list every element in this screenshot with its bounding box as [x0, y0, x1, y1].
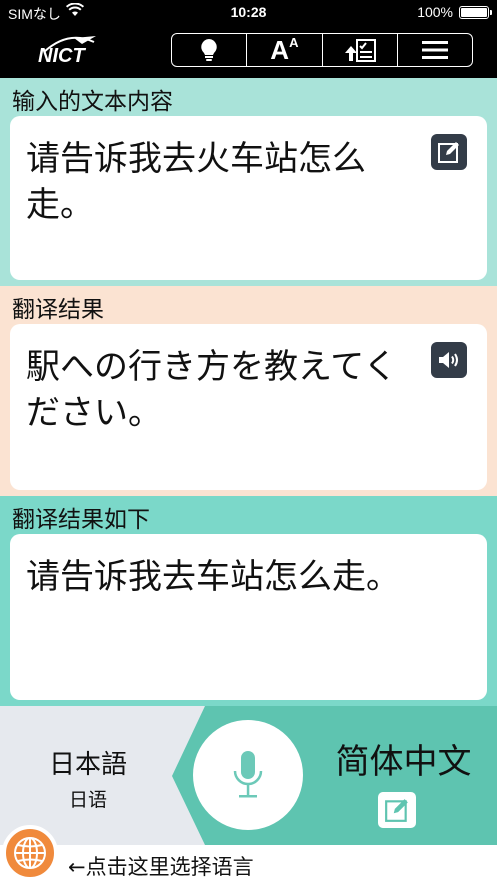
nict-logo: NICT: [38, 36, 96, 67]
speaker-icon: [439, 352, 458, 368]
menu-button[interactable]: [398, 34, 472, 66]
microphone-button[interactable]: [193, 720, 303, 830]
upload-checklist-button[interactable]: [323, 34, 398, 66]
status-bar: SIMなし 10:28 100%: [0, 0, 497, 26]
back-translation-text: 请告诉我去车站怎么走。: [26, 557, 400, 597]
back-translation-label: 翻译结果如下: [12, 507, 150, 533]
lightbulb-icon: [201, 39, 217, 61]
result-card: 駅への行き方を教えてください。: [10, 324, 487, 490]
input-card[interactable]: 请告诉我去火车站怎么走。: [10, 116, 487, 280]
source-language: 日本語: [48, 750, 127, 780]
font-size-icon: AA: [270, 35, 298, 66]
upload-checklist-icon: [344, 39, 376, 62]
font-size-small-letter: A: [289, 34, 299, 50]
back-translation-card: 请告诉我去车站怎么走。: [10, 534, 487, 700]
input-text: 请告诉我去火车站怎么走。: [26, 139, 366, 225]
globe-icon: [14, 837, 46, 869]
footer: ←点击这里选择语言: [0, 825, 497, 883]
edit-icon: [438, 142, 459, 163]
play-audio-button[interactable]: [431, 342, 467, 378]
microphone-icon: [233, 751, 263, 798]
toolbar-button-group: AA: [171, 33, 473, 67]
input-label: 输入的文本内容: [12, 89, 173, 115]
source-language-button[interactable]: 日本語 日语: [28, 744, 148, 812]
tips-button[interactable]: [172, 34, 248, 66]
target-language-button[interactable]: 简体中文: [316, 734, 491, 783]
edit-icon: [385, 799, 408, 822]
translation-result-section: 翻译结果 駅への行き方を教えてください。: [0, 286, 497, 496]
input-section: 输入的文本内容 请告诉我去火车站怎么走。: [0, 78, 497, 286]
source-language-sub: 日语: [68, 789, 107, 811]
logo-text: NICT: [38, 45, 86, 67]
battery-icon: [459, 6, 492, 19]
language-bar: 日本語 日语 简体中文: [0, 706, 497, 845]
edit-input-button[interactable]: [431, 134, 467, 170]
text-input-button[interactable]: [378, 792, 416, 828]
font-size-big-letter: A: [270, 34, 290, 65]
select-language-button[interactable]: [2, 825, 58, 881]
font-size-button[interactable]: AA: [247, 34, 323, 66]
battery-percent: 100%: [417, 4, 453, 20]
menu-icon: [421, 41, 448, 59]
language-hint: ←点击这里选择语言: [68, 855, 254, 879]
back-translation-section: 翻译结果如下 请告诉我去车站怎么走。: [0, 496, 497, 706]
result-text: 駅への行き方を教えてください。: [26, 347, 398, 433]
result-label: 翻译结果: [12, 297, 104, 323]
toolbar: NICT AA: [0, 26, 497, 78]
